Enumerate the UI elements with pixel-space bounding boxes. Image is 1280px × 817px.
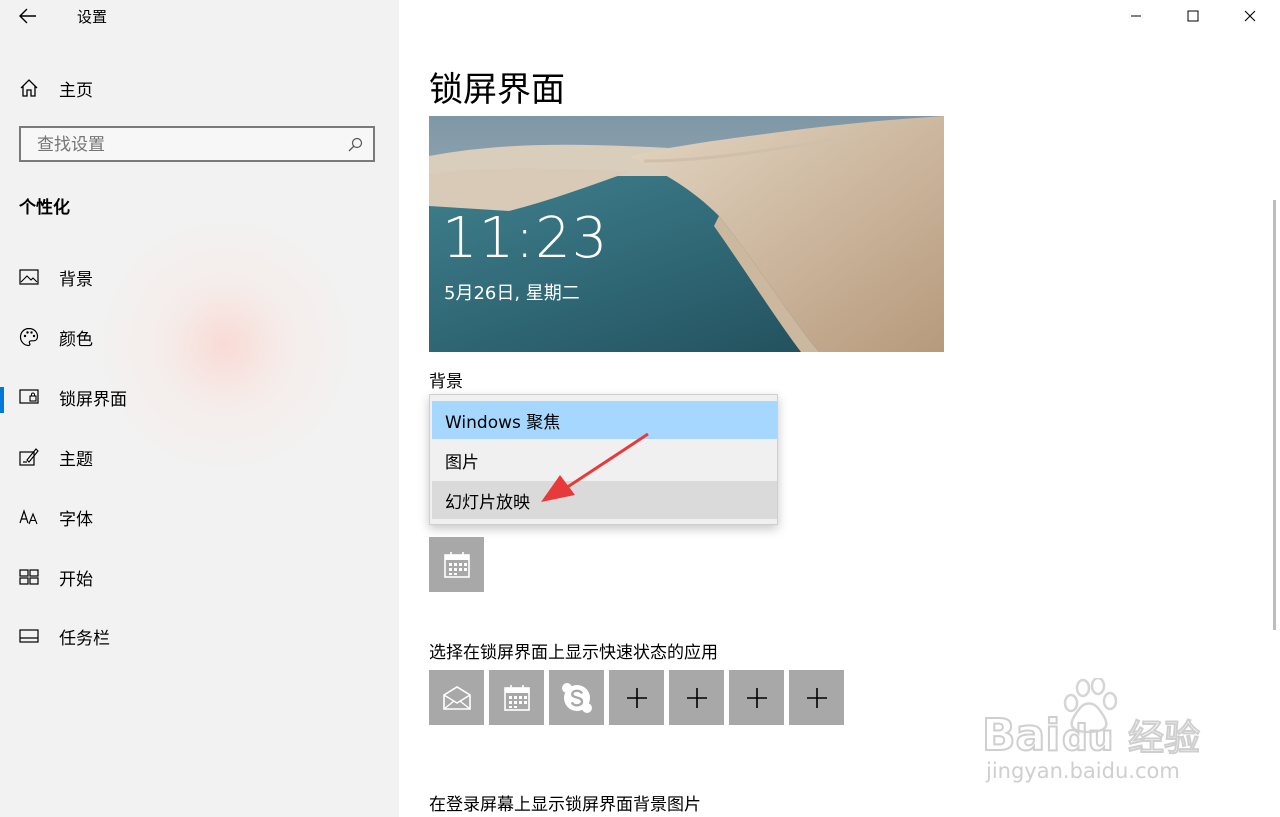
dropdown-option-slideshow[interactable]: 幻灯片放映 xyxy=(432,481,777,519)
plus-icon xyxy=(626,687,647,708)
lock-screen-icon xyxy=(19,387,39,407)
login-background-label: 在登录屏幕上显示锁屏界面背景图片 xyxy=(429,795,701,815)
dropdown-option-windows-spotlight[interactable]: Windows 聚焦 xyxy=(432,401,777,439)
home-icon xyxy=(20,79,38,97)
calendar-icon xyxy=(443,551,470,578)
back-button[interactable] xyxy=(16,4,40,28)
scrollbar[interactable] xyxy=(1273,200,1276,630)
quick-status-add-slot[interactable] xyxy=(729,670,784,725)
background-label: 背景 xyxy=(429,372,463,392)
sidebar-item-label: 锁屏界面 xyxy=(59,389,127,410)
search-box[interactable] xyxy=(19,126,375,162)
plus-icon xyxy=(806,687,827,708)
maximize-button[interactable] xyxy=(1170,0,1216,32)
plus-icon xyxy=(746,687,767,708)
plus-icon xyxy=(686,687,707,708)
sidebar-item-label: 任务栏 xyxy=(59,628,110,649)
quick-status-add-slot[interactable] xyxy=(789,670,844,725)
sidebar-item-fonts[interactable]: 字体 xyxy=(0,497,399,537)
minimize-button[interactable] xyxy=(1113,0,1159,32)
close-button[interactable] xyxy=(1227,0,1273,32)
nav-home[interactable]: 主页 xyxy=(19,76,93,101)
svg-text:经验: 经验 xyxy=(1128,718,1200,759)
palette-icon xyxy=(19,327,39,347)
maximize-icon xyxy=(1187,10,1199,22)
quick-status-add-slot[interactable] xyxy=(609,670,664,725)
image-icon xyxy=(19,267,39,287)
quick-status-add-slot[interactable] xyxy=(669,670,724,725)
svg-text:du: du xyxy=(1062,718,1113,759)
sidebar-item-colors[interactable]: 颜色 xyxy=(0,317,399,357)
sidebar-item-label: 主题 xyxy=(59,449,93,470)
sidebar-item-start[interactable]: 开始 xyxy=(0,557,399,597)
font-icon xyxy=(19,507,39,527)
search-input[interactable] xyxy=(35,128,339,162)
dropdown-option-picture[interactable]: 图片 xyxy=(432,441,777,479)
close-icon xyxy=(1244,10,1256,22)
svg-text:Bai: Bai xyxy=(982,710,1060,761)
baidu-jingyan-watermark: Bai du 经验 jingyan.baidu.com xyxy=(981,678,1201,783)
detailed-status-app-tile[interactable] xyxy=(429,537,484,592)
start-icon xyxy=(19,567,39,587)
background-dropdown-list[interactable]: Windows 聚焦 图片 幻灯片放映 xyxy=(429,394,778,525)
minimize-icon xyxy=(1131,15,1141,17)
sidebar-item-label: 字体 xyxy=(59,509,93,530)
skype-icon xyxy=(561,682,592,713)
sidebar-item-themes[interactable]: 主题 xyxy=(0,437,399,477)
quick-status-app-skype[interactable] xyxy=(549,670,604,725)
quick-status-app-calendar[interactable] xyxy=(489,670,544,725)
taskbar-icon xyxy=(19,626,39,646)
svg-text:jingyan.baidu.com: jingyan.baidu.com xyxy=(985,759,1180,783)
page-title: 锁屏界面 xyxy=(429,70,565,110)
sidebar-item-label: 背景 xyxy=(59,269,93,290)
nav-home-label: 主页 xyxy=(59,80,93,101)
sidebar-item-taskbar[interactable]: 任务栏 xyxy=(0,616,399,656)
sidebar-item-background[interactable]: 背景 xyxy=(0,257,399,297)
back-arrow-icon xyxy=(19,8,36,24)
preview-time: 11:23 xyxy=(442,206,609,271)
lock-screen-preview: 11:23 5月26日, 星期二 xyxy=(429,116,944,352)
sidebar-item-label: 颜色 xyxy=(59,329,93,350)
quick-status-app-mail[interactable] xyxy=(429,670,484,725)
preview-date: 5月26日, 星期二 xyxy=(444,283,580,304)
theme-icon xyxy=(19,447,39,467)
app-title: 设置 xyxy=(77,8,108,26)
mail-icon xyxy=(442,685,471,710)
calendar-icon xyxy=(503,684,530,711)
quick-status-label: 选择在锁屏界面上显示快速状态的应用 xyxy=(429,643,718,663)
sidebar: 设置 主页 个性化 背景 颜色 锁屏界面 主题 xyxy=(0,0,399,817)
section-title: 个性化 xyxy=(19,198,70,218)
sidebar-item-label: 开始 xyxy=(59,569,93,590)
search-icon[interactable] xyxy=(347,137,363,153)
sidebar-item-lock-screen[interactable]: 锁屏界面 xyxy=(0,377,399,417)
